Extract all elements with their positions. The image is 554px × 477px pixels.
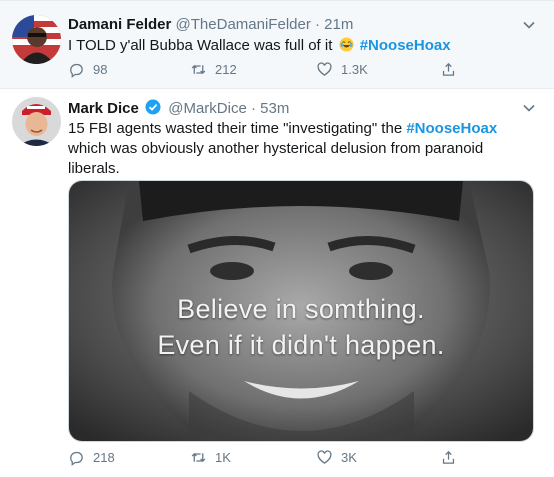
tweet-header: Damani Felder @TheDamaniFelder · 21m <box>68 16 353 33</box>
reply-icon <box>70 451 83 466</box>
tweet-text-continued: which was obviously another hysterical d… <box>68 140 484 177</box>
retweet-button[interactable]: 1K <box>190 449 231 466</box>
timestamp[interactable]: 53m <box>260 100 289 117</box>
share-button[interactable] <box>440 61 457 78</box>
tweet-mark-dice[interactable]: Mark Dice @MarkDice · 53m 15 FBI agents … <box>0 89 554 477</box>
retweet-count: 1K <box>215 450 231 465</box>
tweet-image[interactable]: Believe in somthing. Even if it didn't h… <box>68 180 534 442</box>
tweet-header: Mark Dice @MarkDice · 53m <box>68 99 289 117</box>
tweet-damani-felder[interactable]: Damani Felder @TheDamaniFelder · 21m I T… <box>0 0 554 89</box>
share-icon <box>442 450 455 464</box>
heart-icon <box>317 62 332 76</box>
author-handle[interactable]: @MarkDice <box>168 100 247 117</box>
laughing-face-icon <box>339 37 354 52</box>
tweet-text: I TOLD y'all Bubba Wallace was full of i… <box>68 36 538 56</box>
reply-icon <box>70 63 83 78</box>
like-count: 1.3K <box>341 62 368 77</box>
separator: · <box>315 16 320 33</box>
tweet-actions: 218 1K 3K <box>68 449 468 469</box>
retweet-icon <box>191 65 206 74</box>
share-icon <box>442 62 455 76</box>
like-count: 3K <box>341 450 357 465</box>
retweet-count: 212 <box>215 62 237 77</box>
share-button[interactable] <box>440 449 457 466</box>
avatar[interactable] <box>12 15 61 64</box>
tweet-actions: 98 212 1.3K <box>68 61 468 81</box>
retweet-button[interactable]: 212 <box>190 61 237 78</box>
separator: · <box>250 100 256 117</box>
reply-count: 218 <box>93 450 115 465</box>
reply-button[interactable]: 98 <box>68 61 107 78</box>
image-caption-line1: Believe in somthing. <box>177 294 425 324</box>
chevron-down-icon[interactable] <box>522 18 536 32</box>
heart-icon <box>317 450 332 464</box>
hashtag-link[interactable]: #NooseHoax <box>360 37 451 54</box>
retweet-icon <box>191 453 206 462</box>
author-name[interactable]: Damani Felder <box>68 16 171 33</box>
author-handle[interactable]: @TheDamaniFelder <box>176 16 311 33</box>
like-button[interactable]: 1.3K <box>316 61 368 78</box>
tweet-text: 15 FBI agents wasted their time "investi… <box>68 119 508 179</box>
hashtag-link[interactable]: #NooseHoax <box>406 120 497 137</box>
timestamp[interactable]: 21m <box>324 16 353 33</box>
avatar[interactable] <box>12 97 61 146</box>
chevron-down-icon[interactable] <box>522 101 536 115</box>
reply-count: 98 <box>93 62 108 77</box>
reply-button[interactable]: 218 <box>68 449 115 466</box>
like-button[interactable]: 3K <box>316 449 357 466</box>
verified-badge-icon <box>145 99 161 115</box>
image-caption-line2: Even if it didn't happen. <box>157 330 445 360</box>
author-name[interactable]: Mark Dice <box>68 100 139 117</box>
tweet-text-body: I TOLD y'all Bubba Wallace was full of i… <box>68 37 333 54</box>
tweet-text-body: 15 FBI agents wasted their time "investi… <box>68 120 403 137</box>
